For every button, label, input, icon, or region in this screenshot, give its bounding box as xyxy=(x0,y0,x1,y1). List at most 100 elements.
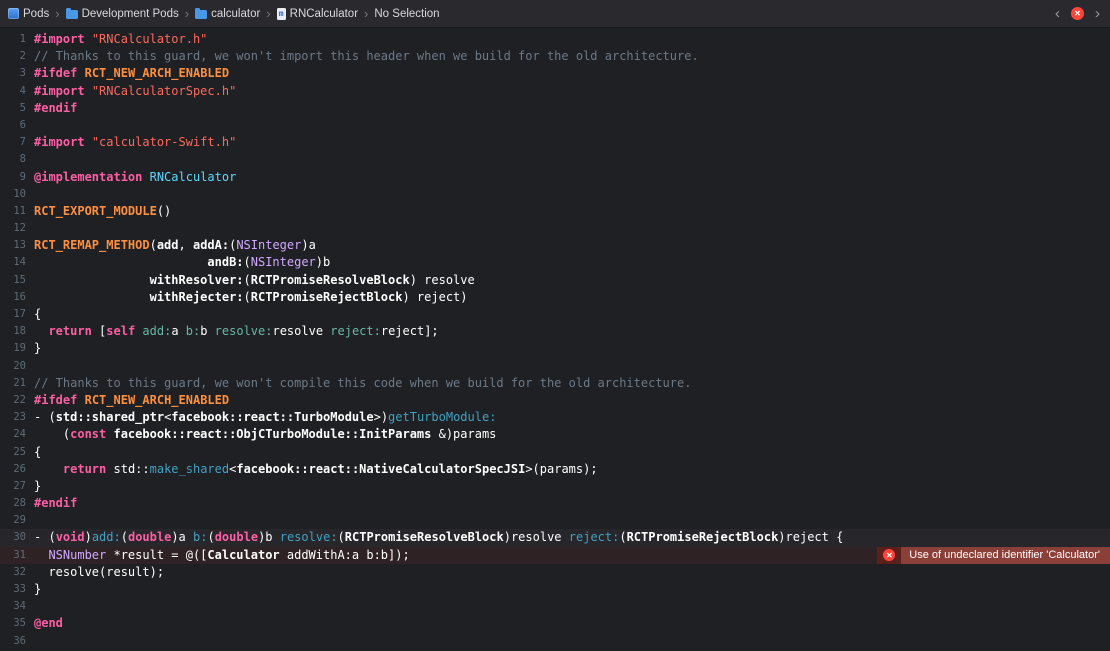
line-number[interactable]: 25 xyxy=(0,444,26,461)
error-badge-icon[interactable]: ✕ xyxy=(1071,7,1084,20)
code-token: #endif xyxy=(34,496,78,511)
code-line-31[interactable]: 31 NSNumber *result = @([Calculator addW… xyxy=(0,546,1110,564)
line-number[interactable]: 35 xyxy=(0,615,26,632)
code-line-14[interactable]: 14 andB:(NSInteger)b xyxy=(0,254,1110,271)
breadcrumb-item-pods[interactable]: Pods xyxy=(8,8,49,20)
line-number[interactable]: 10 xyxy=(0,186,26,203)
code-line-26[interactable]: 26 return std::make_shared<facebook::rea… xyxy=(0,461,1110,478)
line-number[interactable]: 2 xyxy=(0,48,26,65)
line-number[interactable]: 36 xyxy=(0,633,26,650)
line-number[interactable]: 3 xyxy=(0,65,26,82)
line-number[interactable]: 29 xyxy=(0,512,26,529)
line-number[interactable]: 1 xyxy=(0,31,26,48)
breadcrumb-item-calculator[interactable]: calculator xyxy=(195,7,260,20)
code-line-24[interactable]: 24 (const facebook::react::ObjCTurboModu… xyxy=(0,426,1110,443)
line-number[interactable]: 27 xyxy=(0,478,26,495)
line-number[interactable]: 5 xyxy=(0,100,26,117)
code-line-2[interactable]: 2 // Thanks to this guard, we won't impor… xyxy=(0,48,1110,65)
code-text: #ifdef RCT_NEW_ARCH_ENABLED xyxy=(26,392,229,409)
code-token: ) resolve xyxy=(409,272,475,287)
code-text: return std::make_shared<facebook::react:… xyxy=(26,461,598,478)
code-line-12[interactable]: 12 xyxy=(0,220,1110,237)
code-line-27[interactable]: 27} xyxy=(0,478,1110,495)
code-token: getTurboModule: xyxy=(388,410,497,425)
code-line-34[interactable]: 34 xyxy=(0,598,1110,615)
code-token: #ifdef xyxy=(34,66,78,81)
code-line-15[interactable]: 15 withResolver:(RCTPromiseResolveBlock)… xyxy=(0,272,1110,289)
line-number[interactable]: 4 xyxy=(0,83,26,100)
code-editor[interactable]: 1 #import "RNCalculator.h" 2// Thanks to t… xyxy=(0,28,1110,650)
previous-issue-button[interactable]: ‹ xyxy=(1053,6,1062,21)
code-line-8[interactable]: 8 xyxy=(0,151,1110,168)
code-line-3[interactable]: 3 #ifdef RCT_NEW_ARCH_ENABLED xyxy=(0,65,1110,82)
line-number[interactable]: 11 xyxy=(0,203,26,220)
code-line-13[interactable]: 13 RCT_REMAP_METHOD(add, addA:(NSInteger)… xyxy=(0,237,1110,254)
code-line-19[interactable]: 19} xyxy=(0,340,1110,357)
code-line-32[interactable]: 32 resolve(result); xyxy=(0,564,1110,581)
code-line-9[interactable]: 9 @implementation RNCalculator xyxy=(0,169,1110,186)
code-token: { xyxy=(34,307,42,321)
breadcrumb-item-no-selection[interactable]: No Selection xyxy=(374,8,439,20)
code-line-4[interactable]: 4 #import "RNCalculatorSpec.h" xyxy=(0,83,1110,100)
line-number[interactable]: 16 xyxy=(0,289,26,306)
code-line-35[interactable]: 35 @end xyxy=(0,615,1110,632)
line-number[interactable]: 24 xyxy=(0,426,26,443)
line-number[interactable]: 33 xyxy=(0,581,26,598)
code-token: add: xyxy=(142,324,172,339)
code-line-23[interactable]: 23- (std::shared_ptr<facebook::react::Tu… xyxy=(0,409,1110,426)
code-line-22[interactable]: 22 #ifdef RCT_NEW_ARCH_ENABLED xyxy=(0,392,1110,409)
code-line-21[interactable]: 21 // Thanks to this guard, we won't comp… xyxy=(0,375,1110,392)
line-number[interactable]: 32 xyxy=(0,564,26,581)
code-line-28[interactable]: 28 #endif xyxy=(0,495,1110,512)
line-number[interactable]: 28 xyxy=(0,495,26,512)
line-number[interactable]: 14 xyxy=(0,254,26,271)
line-number[interactable]: 6 xyxy=(0,117,26,134)
next-issue-button[interactable]: › xyxy=(1093,6,1102,21)
code-line-30[interactable]: 30- (void)add:(double)a b:(double)b reso… xyxy=(0,529,1110,547)
breadcrumb-separator-icon: › xyxy=(184,6,190,21)
line-number[interactable]: 9 xyxy=(0,169,26,186)
breadcrumb-item-development-pods[interactable]: Development Pods xyxy=(65,7,179,20)
code-line-6[interactable]: 6 xyxy=(0,117,1110,134)
breadcrumb-item-rncalculator[interactable]: m RNCalculator xyxy=(276,7,358,20)
code-line-36[interactable]: 36 xyxy=(0,633,1110,650)
line-number[interactable]: 13 xyxy=(0,237,26,254)
line-number[interactable]: 7 xyxy=(0,134,26,151)
line-number[interactable]: 18 xyxy=(0,323,26,340)
breadcrumb-separator-icon: › xyxy=(364,6,369,21)
code-token: resolve(result); xyxy=(34,564,165,579)
line-number[interactable]: 30 xyxy=(0,529,26,546)
code-line-5[interactable]: 5 #endif xyxy=(0,100,1110,117)
line-number[interactable]: 8 xyxy=(0,151,26,168)
code-line-11[interactable]: 11 RCT_EXPORT_MODULE() xyxy=(0,203,1110,220)
folder-icon xyxy=(65,7,78,19)
line-number[interactable]: 21 xyxy=(0,375,26,392)
code-line-1[interactable]: 1 #import "RNCalculator.h" xyxy=(0,31,1110,48)
breadcrumb-separator-icon: › xyxy=(55,6,60,21)
line-number[interactable]: 12 xyxy=(0,220,26,237)
line-number[interactable]: 20 xyxy=(0,358,26,375)
line-number[interactable]: 15 xyxy=(0,272,26,289)
line-number[interactable]: 26 xyxy=(0,461,26,478)
code-line-17[interactable]: 17 { xyxy=(0,306,1110,323)
line-number[interactable]: 19 xyxy=(0,340,26,357)
line-number[interactable]: 17 xyxy=(0,306,26,323)
line-number[interactable]: 31 xyxy=(0,547,26,564)
error-circle-icon: ✕ xyxy=(883,549,896,562)
code-line-16[interactable]: 16 withRejecter:(RCTPromiseRejectBlock) … xyxy=(0,289,1110,306)
code-line-25[interactable]: 25 { xyxy=(0,444,1110,461)
line-number[interactable]: 22 xyxy=(0,392,26,409)
line-number[interactable]: 23 xyxy=(0,409,26,426)
line-number[interactable]: 34 xyxy=(0,598,26,615)
code-line-33[interactable]: 33} xyxy=(0,581,1110,598)
inline-error-banner[interactable]: ✕ Use of undeclared identifier 'Calculato… xyxy=(877,546,1110,564)
objc-file-icon: m xyxy=(276,7,286,20)
code-line-20[interactable]: 20 xyxy=(0,358,1110,375)
code-line-18[interactable]: 18 return [self add:a b:b resolve:resolv… xyxy=(0,323,1110,340)
code-line-29[interactable]: 29 xyxy=(0,512,1110,529)
code-line-10[interactable]: 10 xyxy=(0,186,1110,203)
code-line-7[interactable]: 7 #import "calculator-Swift.h" xyxy=(0,134,1110,151)
code-token: { xyxy=(34,444,42,459)
